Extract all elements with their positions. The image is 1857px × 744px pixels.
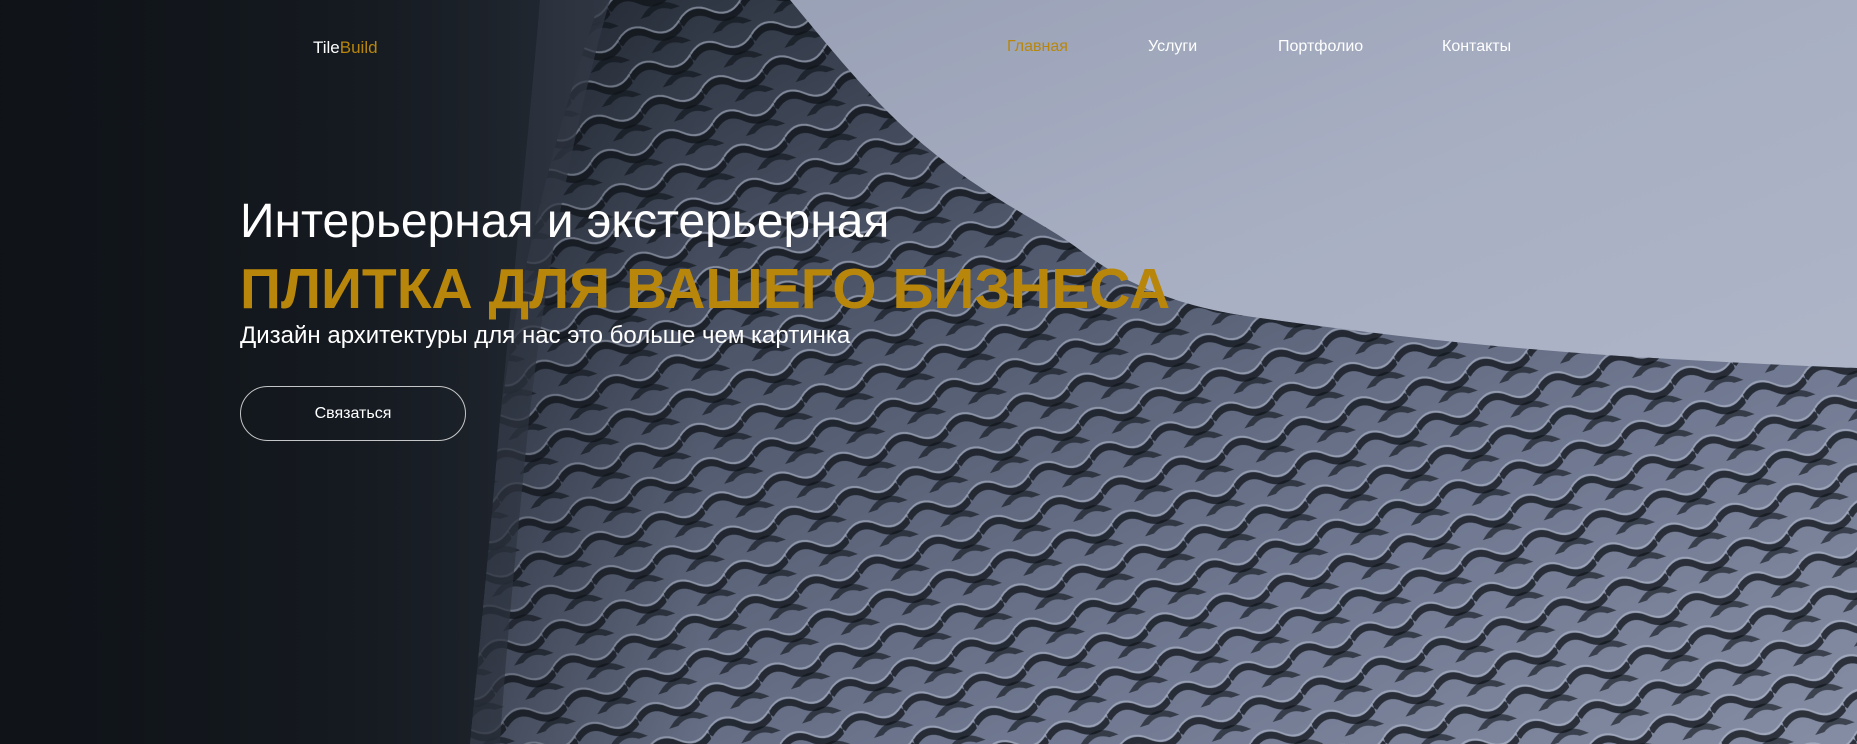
contact-button[interactable]: Связаться	[240, 386, 466, 441]
nav-link-services[interactable]: Услуги	[1148, 38, 1197, 56]
hero-section: TileBuild Главная Услуги Портфолио Конта…	[0, 0, 1857, 744]
nav-link-home[interactable]: Главная	[1007, 38, 1068, 56]
hero-subheading: Дизайн архитектуры для нас это больше че…	[240, 322, 851, 349]
hero-heading-line-1: Интерьерная и экстерьерная	[240, 195, 890, 248]
contact-button-label: Связаться	[314, 404, 392, 422]
logo-text-tile: Tile	[313, 38, 340, 57]
logo[interactable]: TileBuild	[313, 38, 378, 58]
hero-background-image	[0, 0, 1857, 744]
hero-heading-line-2: ПЛИТКА ДЛЯ ВАШЕГО БИЗНЕСА	[240, 257, 1171, 321]
nav-link-portfolio[interactable]: Портфолио	[1278, 38, 1363, 56]
logo-text-build: Build	[339, 38, 378, 57]
nav-link-contacts[interactable]: Контакты	[1442, 38, 1511, 56]
